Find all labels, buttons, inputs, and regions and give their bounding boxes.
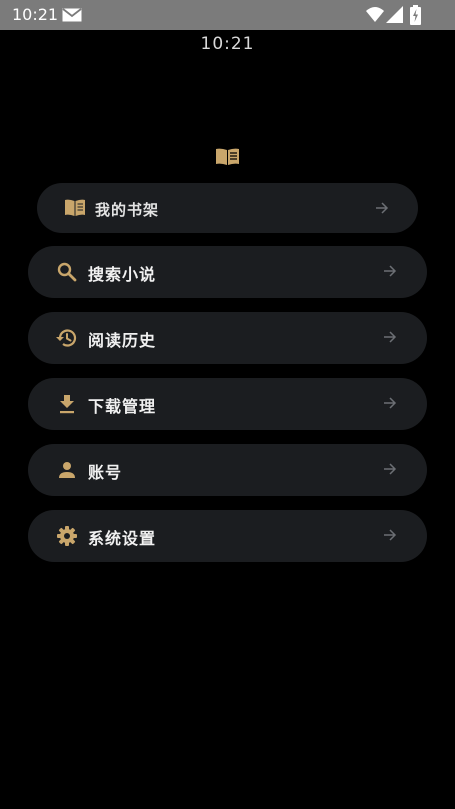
arrow-right-icon xyxy=(384,529,397,541)
menu-label: 阅读历史 xyxy=(88,331,157,350)
menu-item-history[interactable]: 阅读历史 xyxy=(28,312,427,364)
search-icon xyxy=(57,262,77,282)
arrow-right-icon xyxy=(376,202,389,214)
menu-item-settings[interactable]: 系统设置 xyxy=(28,510,427,562)
signal-icon xyxy=(386,6,403,23)
menu-label: 账号 xyxy=(88,463,123,482)
menu-item-download[interactable]: 下载管理 xyxy=(28,378,427,430)
clock-text: 10:21 xyxy=(200,34,255,54)
book-logo-icon xyxy=(216,148,239,165)
arrow-right-icon xyxy=(384,463,397,475)
download-icon xyxy=(60,395,74,414)
mail-icon xyxy=(62,8,82,22)
menu-label: 搜索小说 xyxy=(88,265,157,284)
status-bar: 10:21 xyxy=(0,0,455,30)
status-time: 10:21 xyxy=(12,5,59,24)
battery-charging-icon xyxy=(410,5,421,25)
wifi-icon xyxy=(366,7,384,22)
history-icon xyxy=(56,329,77,347)
arrow-right-icon xyxy=(384,265,397,277)
book-icon xyxy=(65,199,85,216)
gear-icon xyxy=(57,526,77,546)
menu-item-bookshelf[interactable]: 我的书架 xyxy=(37,183,418,233)
person-icon xyxy=(59,462,75,478)
menu-label: 系统设置 xyxy=(88,529,157,548)
menu-label: 我的书架 xyxy=(95,201,160,219)
menu-label: 下载管理 xyxy=(88,397,157,416)
arrow-right-icon xyxy=(384,331,397,343)
menu-item-account[interactable]: 账号 xyxy=(28,444,427,496)
arrow-right-icon xyxy=(384,397,397,409)
menu-item-search[interactable]: 搜索小说 xyxy=(28,246,427,298)
